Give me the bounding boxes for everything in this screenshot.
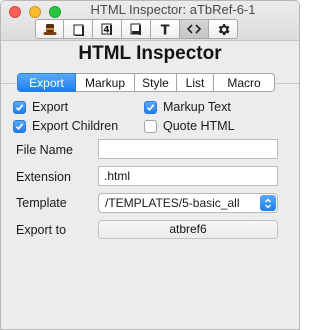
tab-list[interactable]: List <box>177 73 214 92</box>
export-to-label: Export to <box>16 223 67 237</box>
export-children-checkbox[interactable]: Export Children <box>13 119 118 133</box>
extension-field[interactable] <box>98 166 278 186</box>
tab-markup[interactable]: Markup <box>76 73 135 92</box>
gear-icon <box>218 23 230 35</box>
extension-label: Extension <box>16 170 71 184</box>
text-icon: T <box>161 23 170 36</box>
tool-note-button[interactable] <box>64 19 93 39</box>
title-bar: HTML Inspector: aTbRef-6-1 4 T <box>1 1 299 41</box>
chevron-updown-icon <box>260 195 276 211</box>
tool-hat-button[interactable] <box>35 19 64 39</box>
window-title: HTML Inspector: aTbRef-6-1 <box>90 2 256 17</box>
file-name-field[interactable] <box>98 139 278 159</box>
markup-text-checkbox-label: Markup Text <box>163 100 231 114</box>
checkbox-checked-icon <box>13 119 26 133</box>
tool-html-button[interactable] <box>180 19 209 39</box>
note-icon <box>73 24 84 36</box>
export-to-button[interactable]: atbref6 <box>98 220 278 239</box>
export-checkbox-label: Export <box>32 100 69 114</box>
checkbox-checked-icon <box>144 100 157 114</box>
attributes-icon: 4 <box>101 23 112 36</box>
markup-text-checkbox[interactable]: Markup Text <box>144 100 231 114</box>
export-children-checkbox-label: Export Children <box>32 119 119 133</box>
action-icon <box>130 23 141 35</box>
checkbox-checked-icon <box>13 100 26 114</box>
svg-text:T: T <box>161 23 170 36</box>
inspector-toolbar: 4 T <box>35 19 238 39</box>
hat-icon <box>43 23 56 35</box>
tool-action-button[interactable] <box>122 19 151 39</box>
minimize-window-button[interactable] <box>29 6 41 18</box>
file-name-label: File Name <box>16 143 73 157</box>
export-checkbox[interactable]: Export <box>13 100 68 114</box>
template-select-value: /TEMPLATES/5-basic_all <box>105 196 240 210</box>
tab-macro[interactable]: Macro <box>214 73 275 92</box>
inspector-window: HTML Inspector: aTbRef-6-1 4 T HTML Insp… <box>0 0 300 330</box>
tool-settings-button[interactable] <box>209 19 238 39</box>
html-icon <box>186 24 202 34</box>
close-window-button[interactable] <box>9 6 21 18</box>
inspector-tabs: Export Markup Style List Macro <box>17 73 275 92</box>
template-select[interactable]: /TEMPLATES/5-basic_all <box>98 193 278 213</box>
inspector-heading: HTML Inspector <box>78 43 222 64</box>
quote-html-checkbox-label: Quote HTML <box>163 119 235 133</box>
template-label: Template <box>16 196 67 210</box>
tab-style[interactable]: Style <box>135 73 177 92</box>
svg-text:4: 4 <box>103 26 109 36</box>
tool-attributes-button[interactable]: 4 <box>93 19 122 39</box>
tool-text-button[interactable]: T <box>151 19 180 39</box>
tab-export[interactable]: Export <box>17 73 76 92</box>
quote-html-checkbox[interactable]: Quote HTML <box>144 119 235 133</box>
checkbox-unchecked-icon <box>144 119 157 133</box>
